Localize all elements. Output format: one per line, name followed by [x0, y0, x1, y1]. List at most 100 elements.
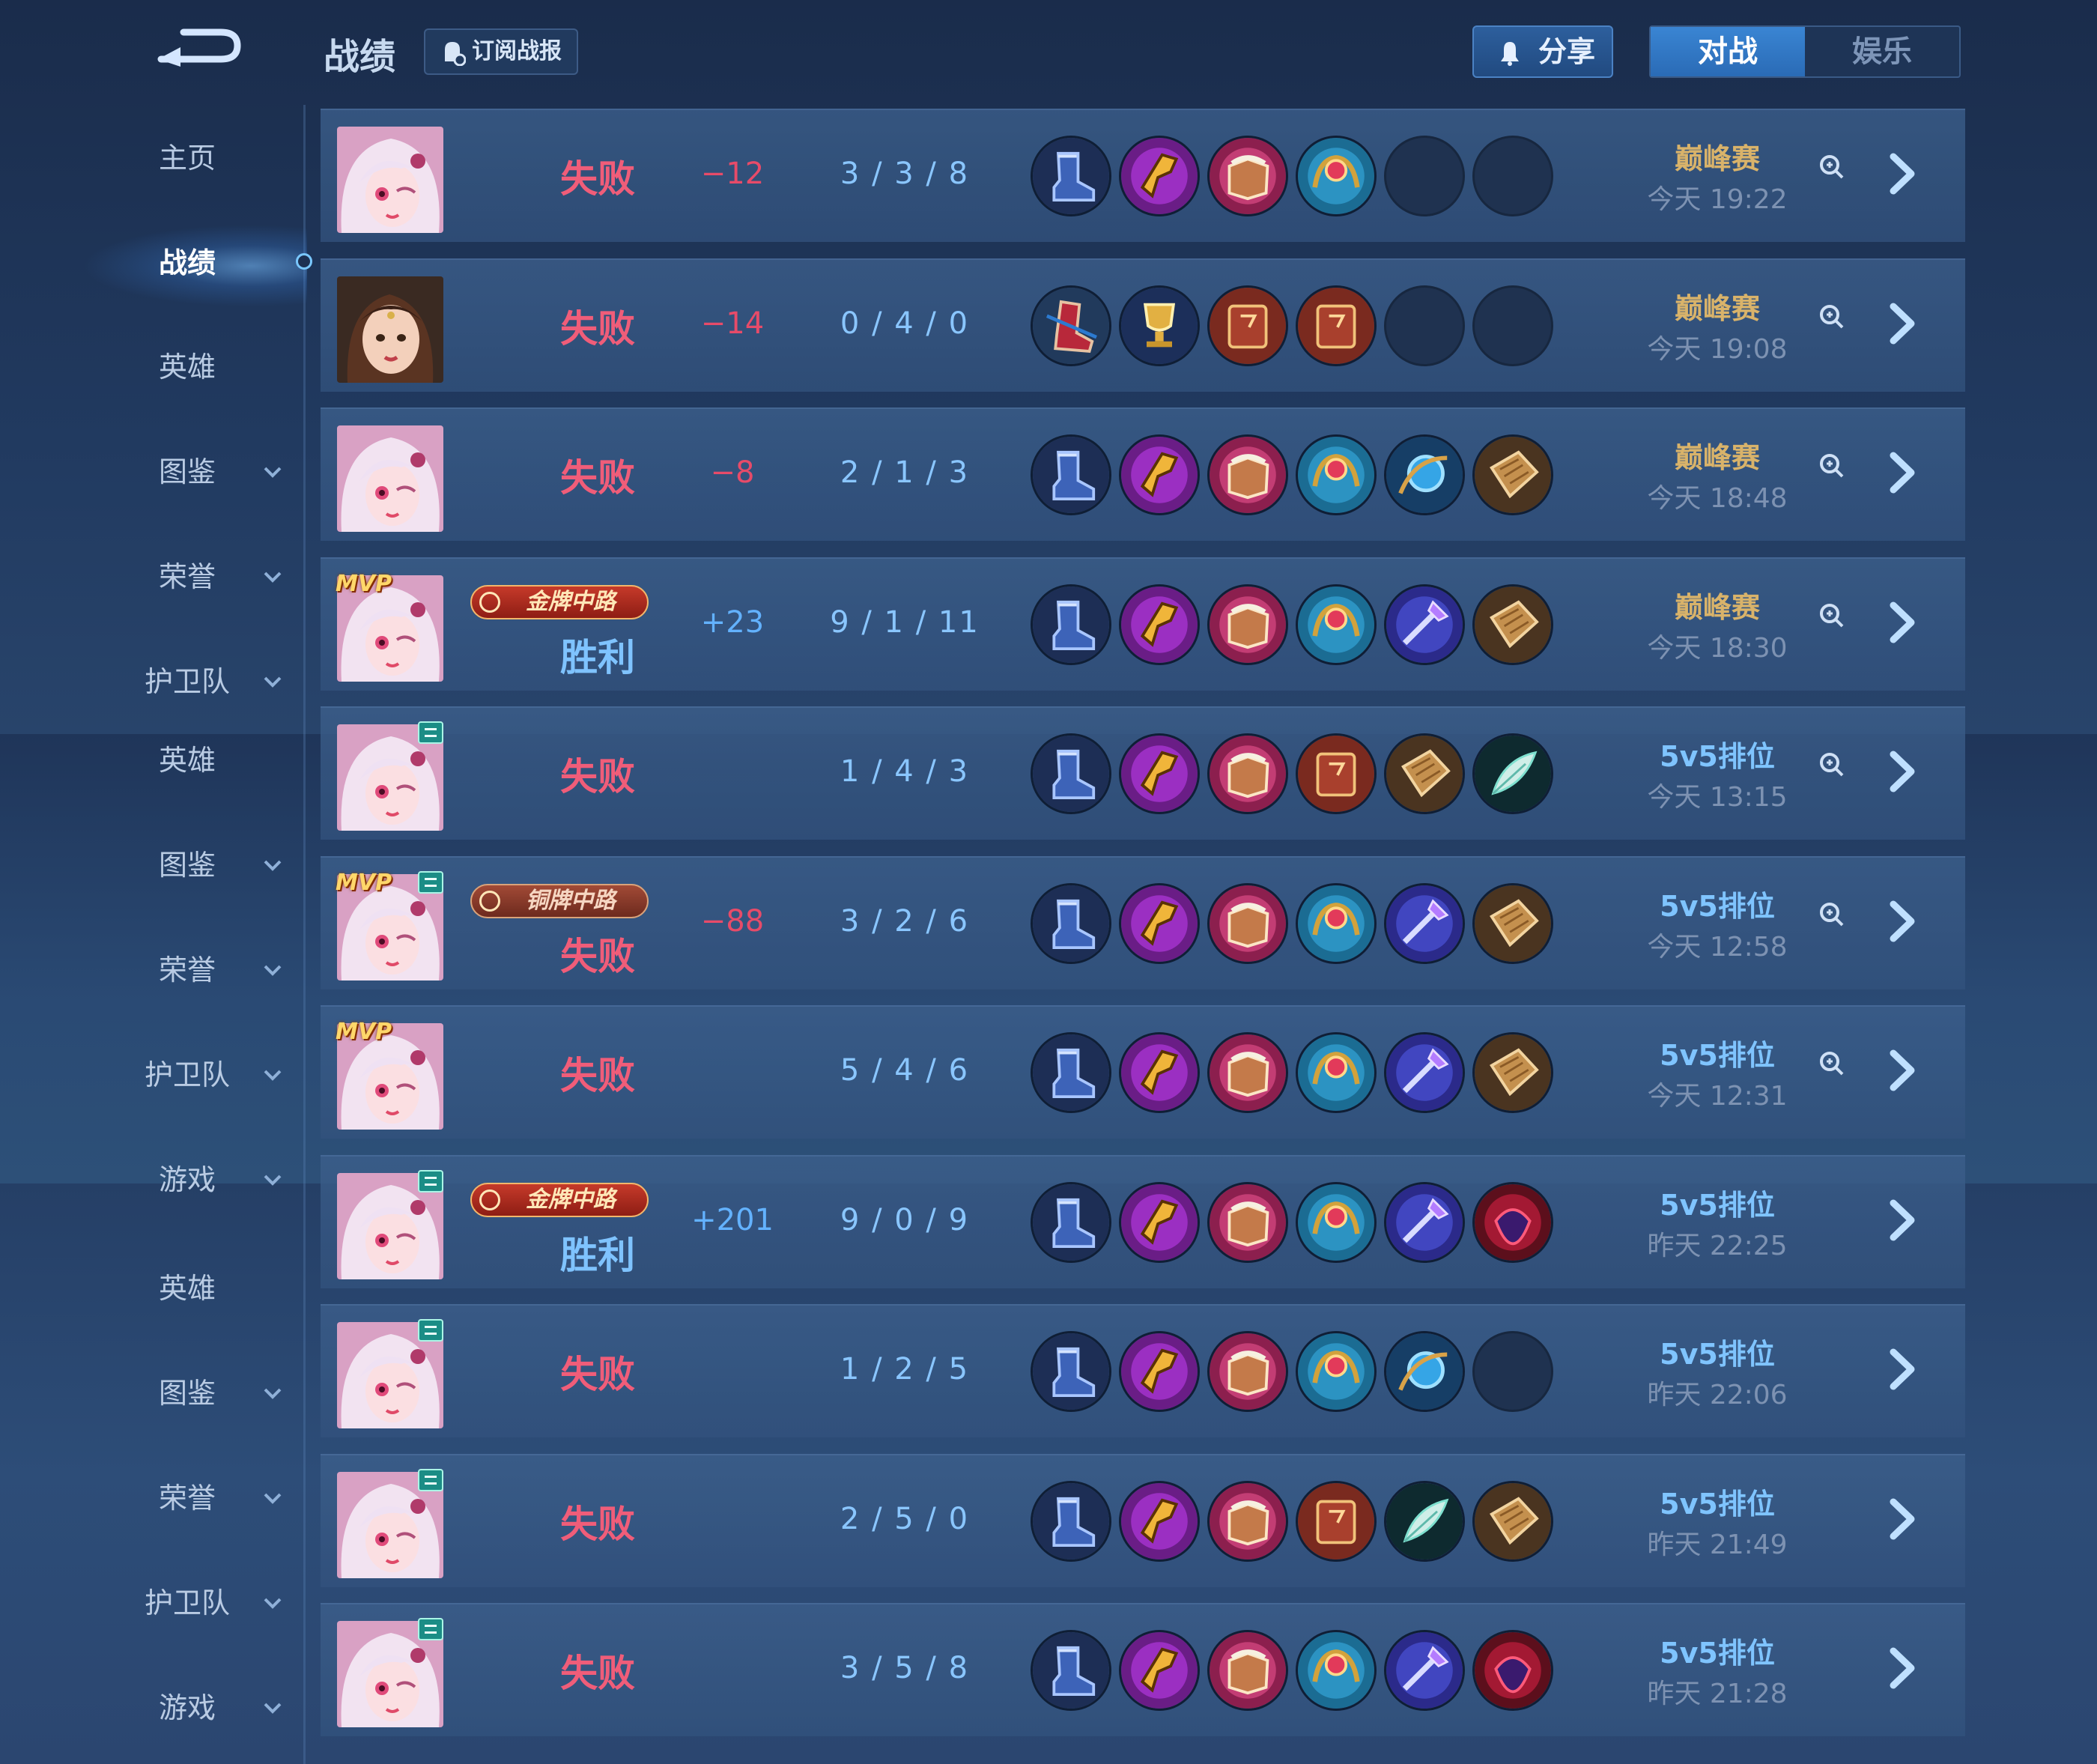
tome-item-icon[interactable]	[1207, 1331, 1288, 1412]
orb-staff-item-icon[interactable]	[1296, 434, 1377, 515]
boots-item-icon[interactable]	[1031, 1182, 1111, 1263]
golden-hammer-item-icon[interactable]	[1119, 1182, 1200, 1263]
sidebar-item-0[interactable]: 主页	[112, 132, 292, 184]
match-row[interactable]: 失败 −14 0 / 4 / 0 巅峰赛 今天 19:08	[321, 258, 1965, 392]
chevron-down-icon[interactable]	[258, 1367, 288, 1419]
sidebar-item-4[interactable]: 荣誉	[112, 551, 292, 603]
sidebar-item-2[interactable]: 英雄	[112, 341, 292, 393]
hero-avatar[interactable]	[337, 276, 443, 383]
golden-hammer-item-icon[interactable]	[1119, 1630, 1200, 1711]
back-arrow-icon[interactable]	[154, 26, 243, 71]
hero-avatar[interactable]	[337, 127, 443, 233]
replay-icon[interactable]	[1817, 900, 1845, 928]
replay-icon[interactable]	[1817, 601, 1845, 629]
sidebar-item-6[interactable]: 英雄	[112, 734, 292, 786]
sidebar-item-10[interactable]: 游戏	[112, 1154, 292, 1206]
tome-item-icon[interactable]	[1207, 1630, 1288, 1711]
red-tome-item-icon[interactable]	[1207, 285, 1288, 366]
match-row[interactable]: 失败 3 / 5 / 8 5v5排位 昨天 21:28	[321, 1603, 1965, 1736]
sidebar-item-15[interactable]: 游戏	[112, 1682, 292, 1734]
chevron-right-icon[interactable]	[1880, 148, 1925, 200]
golden-hammer-item-icon[interactable]	[1119, 733, 1200, 814]
wood-shield-item-icon[interactable]	[1472, 1032, 1553, 1113]
boots-item-icon[interactable]	[1031, 733, 1111, 814]
hero-avatar[interactable]	[337, 425, 443, 532]
purple-scepter-item-icon[interactable]	[1384, 1182, 1465, 1263]
orb-staff-item-icon[interactable]	[1296, 1630, 1377, 1711]
match-row[interactable]: 失败 1 / 2 / 5 5v5排位 昨天 22:06	[321, 1304, 1965, 1437]
chevron-down-icon[interactable]	[258, 1049, 288, 1101]
blue-orb-item-icon[interactable]	[1384, 434, 1465, 515]
tome-item-icon[interactable]	[1207, 883, 1288, 964]
orb-staff-item-icon[interactable]	[1296, 1032, 1377, 1113]
golden-hammer-item-icon[interactable]	[1119, 1481, 1200, 1562]
replay-icon[interactable]	[1817, 302, 1845, 330]
sidebar-item-5[interactable]: 护卫队	[112, 655, 292, 708]
feather-item-icon[interactable]	[1384, 1481, 1465, 1562]
sidebar-item-8[interactable]: 荣誉	[112, 944, 292, 996]
replay-icon[interactable]	[1817, 152, 1845, 181]
chevron-right-icon[interactable]	[1880, 1642, 1925, 1694]
red-tome-item-icon[interactable]	[1296, 733, 1377, 814]
tome-item-icon[interactable]	[1207, 733, 1288, 814]
chevron-down-icon[interactable]	[258, 1682, 288, 1734]
chevron-down-icon[interactable]	[258, 944, 288, 996]
chevron-down-icon[interactable]	[258, 551, 288, 603]
sidebar-item-14[interactable]: 护卫队	[112, 1577, 292, 1629]
chevron-down-icon[interactable]	[258, 839, 288, 891]
tome-item-icon[interactable]	[1207, 584, 1288, 665]
chevron-right-icon[interactable]	[1880, 446, 1925, 499]
chevron-right-icon[interactable]	[1880, 895, 1925, 948]
golden-hammer-item-icon[interactable]	[1119, 136, 1200, 216]
red-tome-item-icon[interactable]	[1296, 285, 1377, 366]
boots-item-icon[interactable]	[1031, 1481, 1111, 1562]
crimson-mask-item-icon[interactable]	[1472, 1630, 1553, 1711]
boots-item-icon[interactable]	[1031, 584, 1111, 665]
replay-icon[interactable]	[1817, 451, 1845, 479]
match-row[interactable]: 金牌中路 胜利 +201 9 / 0 / 9 5v5排位 昨天 22:25	[321, 1155, 1965, 1288]
crimson-mask-item-icon[interactable]	[1472, 1182, 1553, 1263]
boots-item-icon[interactable]	[1031, 1331, 1111, 1412]
sidebar-item-12[interactable]: 图鉴	[112, 1367, 292, 1419]
tome-item-icon[interactable]	[1207, 1182, 1288, 1263]
sidebar-item-1[interactable]: 战绩	[112, 237, 292, 289]
chevron-right-icon[interactable]	[1880, 745, 1925, 798]
match-row[interactable]: MVP 金牌中路 胜利 +23 9 / 1 / 11 巅峰赛 今天 18:30	[321, 557, 1965, 691]
tab-entertainment[interactable]: 娱乐	[1805, 27, 1959, 76]
wood-shield-item-icon[interactable]	[1472, 883, 1553, 964]
replay-icon[interactable]	[1817, 1049, 1845, 1077]
match-row[interactable]: 失败 2 / 5 / 0 5v5排位 昨天 21:49	[321, 1454, 1965, 1587]
wood-shield-item-icon[interactable]	[1384, 733, 1465, 814]
orb-staff-item-icon[interactable]	[1296, 1182, 1377, 1263]
wood-shield-item-icon[interactable]	[1472, 584, 1553, 665]
golden-hammer-item-icon[interactable]	[1119, 1331, 1200, 1412]
chevron-right-icon[interactable]	[1880, 1493, 1925, 1545]
share-button[interactable]: 分享	[1472, 25, 1613, 78]
purple-scepter-item-icon[interactable]	[1384, 1630, 1465, 1711]
purple-scepter-item-icon[interactable]	[1384, 584, 1465, 665]
boots-item-icon[interactable]	[1031, 883, 1111, 964]
match-row[interactable]: 失败 1 / 4 / 3 5v5排位 今天 13:15	[321, 706, 1965, 840]
orb-staff-item-icon[interactable]	[1296, 1331, 1377, 1412]
tome-item-icon[interactable]	[1207, 1481, 1288, 1562]
tome-item-icon[interactable]	[1207, 136, 1288, 216]
boots-item-icon[interactable]	[1031, 1630, 1111, 1711]
chevron-down-icon[interactable]	[258, 1472, 288, 1524]
red-boots-item-icon[interactable]	[1031, 285, 1111, 366]
sidebar-item-3[interactable]: 图鉴	[112, 446, 292, 498]
tome-item-icon[interactable]	[1207, 1032, 1288, 1113]
sidebar-item-7[interactable]: 图鉴	[112, 839, 292, 891]
subscribe-report-button[interactable]: 订阅战报	[424, 28, 578, 75]
orb-staff-item-icon[interactable]	[1296, 136, 1377, 216]
boots-item-icon[interactable]	[1031, 434, 1111, 515]
sidebar-item-9[interactable]: 护卫队	[112, 1049, 292, 1101]
chevron-right-icon[interactable]	[1880, 1044, 1925, 1097]
purple-scepter-item-icon[interactable]	[1384, 883, 1465, 964]
chevron-down-icon[interactable]	[258, 1577, 288, 1629]
purple-scepter-item-icon[interactable]	[1384, 1032, 1465, 1113]
chevron-down-icon[interactable]	[258, 655, 288, 708]
sidebar-item-13[interactable]: 荣誉	[112, 1472, 292, 1524]
match-row[interactable]: 失败 −8 2 / 1 / 3 巅峰赛 今天 18:48	[321, 407, 1965, 541]
chevron-down-icon[interactable]	[258, 1154, 288, 1206]
sidebar-item-11[interactable]: 英雄	[112, 1262, 292, 1315]
